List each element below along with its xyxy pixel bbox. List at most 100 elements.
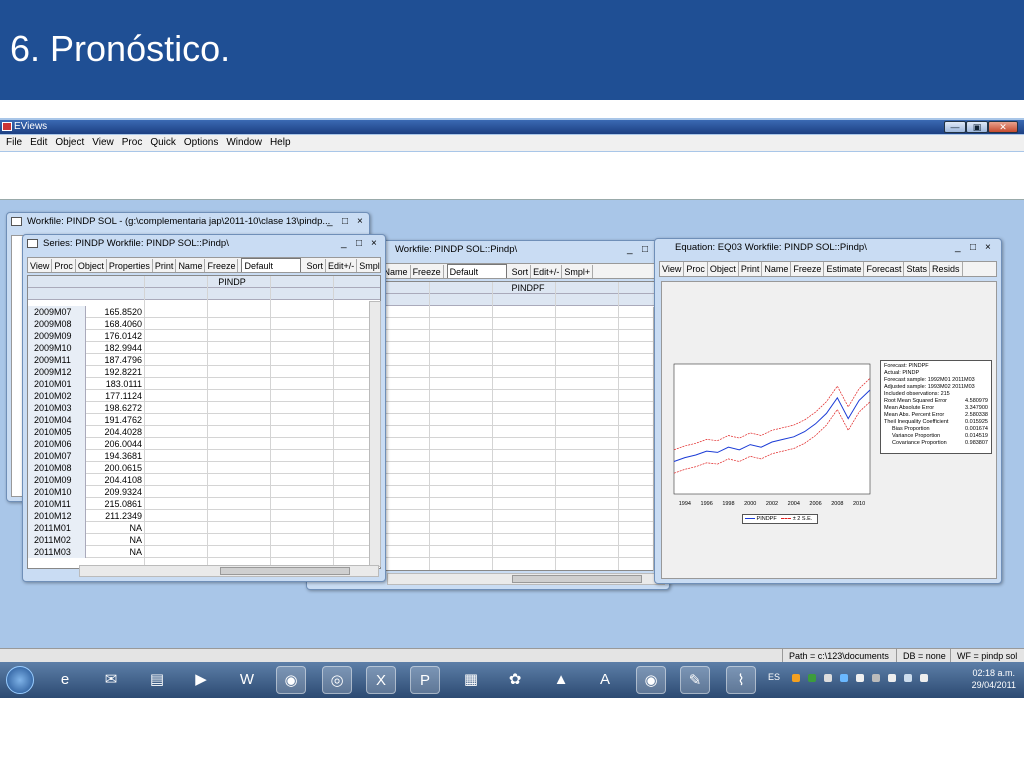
tray-network-icon[interactable] (808, 674, 816, 682)
row-value[interactable]: 191.4762 (88, 414, 142, 426)
equation_window-btn-name[interactable]: Name (762, 262, 792, 276)
row-value[interactable]: NA (88, 546, 142, 558)
series_window-btn-freeze[interactable]: Freeze (205, 259, 239, 272)
row-value[interactable]: 204.4028 (88, 426, 142, 438)
row-value[interactable]: NA (88, 522, 142, 534)
row-value[interactable]: 182.9944 (88, 342, 142, 354)
row-value[interactable]: 165.8520 (88, 306, 142, 318)
equation-maximize-button[interactable]: □ (970, 239, 976, 257)
row-value[interactable]: 176.0142 (88, 330, 142, 342)
equation_window-btn-proc[interactable]: Proc (684, 262, 708, 276)
outlook-icon[interactable]: ✉ (96, 666, 126, 694)
table-row[interactable]: 2010M12 211.2349 (28, 510, 380, 522)
word-icon[interactable]: W (232, 666, 262, 694)
app-close-button[interactable]: ✕ (988, 121, 1018, 133)
menu-options[interactable]: Options (184, 137, 218, 148)
series_window-btn-view[interactable]: View (28, 259, 53, 272)
table-row[interactable]: 2010M08 200.0615 (28, 462, 380, 474)
table-row[interactable]: 2011M02 NA (28, 534, 380, 546)
tray-app-icon[interactable] (792, 674, 800, 682)
equation_window-btn-forecast[interactable]: Forecast (864, 262, 905, 276)
acrobat-icon[interactable]: A (590, 666, 620, 694)
row-value[interactable]: 200.0615 (88, 462, 142, 474)
row-value[interactable]: 187.4796 (88, 354, 142, 366)
workfile-maximize-button[interactable]: □ (342, 213, 348, 231)
series_window-btn-sort[interactable]: Sort (304, 259, 326, 272)
table-row[interactable]: 2010M09 204.4108 (28, 474, 380, 486)
series-horizontal-scrollbar[interactable] (79, 565, 379, 577)
menu-proc[interactable]: Proc (122, 137, 143, 148)
series_window-btn-properties[interactable]: Properties (107, 259, 153, 272)
calculator-icon[interactable]: ▦ (456, 666, 486, 694)
forecast_series_window-btn-freeze[interactable]: Freeze (411, 265, 444, 278)
forecast-horizontal-scrollbar[interactable] (387, 573, 665, 585)
command-window[interactable] (0, 152, 1024, 200)
forecast-maximize-button[interactable]: □ (642, 241, 648, 259)
tray-battery-icon[interactable] (872, 674, 880, 682)
equation-close-button[interactable]: × (985, 239, 991, 257)
table-row[interactable]: 2010M10 209.9324 (28, 486, 380, 498)
clock[interactable]: 02:18 a.m. 29/04/2011 (972, 667, 1016, 691)
equation_window-btn-stats[interactable]: Stats (904, 262, 930, 276)
menu-file[interactable]: File (6, 137, 22, 148)
row-value[interactable]: 211.2349 (88, 510, 142, 522)
table-row[interactable]: 2010M11 215.0861 (28, 498, 380, 510)
equation-window[interactable]: Equation: EQ03 Workfile: PINDP SOL::Pind… (654, 238, 1002, 584)
series-window[interactable]: Series: PINDP Workfile: PINDP SOL::Pindp… (22, 234, 386, 582)
workfile-minimize-button[interactable]: _ (327, 213, 333, 231)
explorer-folder-icon[interactable]: ▤ (142, 666, 172, 694)
table-row[interactable]: 2010M06 206.0044 (28, 438, 380, 450)
series-minimize-button[interactable]: _ (341, 235, 347, 253)
table-row[interactable]: 2009M07 165.8520 (28, 306, 380, 318)
equation-window-titlebar[interactable]: Equation: EQ03 Workfile: PINDP SOL::Pind… (655, 239, 1001, 257)
workfile-close-button[interactable]: × (357, 213, 363, 231)
series_window-btn-edit[interactable]: Edit+/- (326, 259, 358, 272)
app-restore-button[interactable]: ▣ (966, 121, 988, 133)
flower-app-icon[interactable]: ✿ (500, 666, 530, 694)
equation_window-btn-freeze[interactable]: Freeze (791, 262, 825, 276)
row-value[interactable]: 192.8221 (88, 366, 142, 378)
equation_window-btn-view[interactable]: View (660, 262, 685, 276)
table-row[interactable]: 2011M01 NA (28, 522, 380, 534)
row-value[interactable]: NA (88, 534, 142, 546)
forecast_series_window-display-combo[interactable]: Default (446, 264, 507, 278)
tray-volume-icon[interactable] (920, 674, 928, 682)
language-indicator[interactable]: ES (768, 672, 780, 682)
start-button[interactable] (6, 666, 34, 694)
table-row[interactable]: 2010M04 191.4762 (28, 414, 380, 426)
table-row[interactable]: 2010M07 194.3681 (28, 450, 380, 462)
forecast_series_window-btn-sort[interactable]: Sort (510, 265, 532, 278)
series-close-button[interactable]: × (371, 235, 377, 253)
table-row[interactable]: 2009M08 168.4060 (28, 318, 380, 330)
table-row[interactable]: 2009M10 182.9944 (28, 342, 380, 354)
row-value[interactable]: 183.0111 (88, 378, 142, 390)
paint-icon[interactable]: ✎ (680, 666, 710, 694)
row-value[interactable]: 215.0861 (88, 498, 142, 510)
tray-flag-icon[interactable] (888, 674, 896, 682)
forecast-minimize-button[interactable]: _ (627, 241, 633, 259)
forecast_series_window-btn-smpl[interactable]: Smpl+ (562, 265, 594, 278)
series_window-btn-print[interactable]: Print (153, 259, 177, 272)
excel-icon[interactable]: X (366, 666, 396, 694)
menu-view[interactable]: View (92, 137, 114, 148)
table-row[interactable]: 2010M05 204.4028 (28, 426, 380, 438)
row-value[interactable]: 194.3681 (88, 450, 142, 462)
menu-quick[interactable]: Quick (150, 137, 176, 148)
row-value[interactable]: 177.1124 (88, 390, 142, 402)
menu-edit[interactable]: Edit (30, 137, 47, 148)
firefox-icon[interactable]: ◉ (276, 666, 306, 694)
equation_window-btn-print[interactable]: Print (739, 262, 763, 276)
table-row[interactable]: 2010M01 183.0111 (28, 378, 380, 390)
table-row[interactable]: 2009M12 192.8221 (28, 366, 380, 378)
menu-object[interactable]: Object (55, 137, 84, 148)
row-value[interactable]: 206.0044 (88, 438, 142, 450)
series_window-btn-proc[interactable]: Proc (52, 259, 76, 272)
tray-update-icon[interactable] (840, 674, 848, 682)
series_window-display-combo[interactable]: Default (241, 258, 302, 272)
series-vertical-scrollbar[interactable] (369, 301, 381, 567)
matlab-icon[interactable]: ▲ (546, 666, 576, 694)
menu-help[interactable]: Help (270, 137, 291, 148)
row-value[interactable]: 168.4060 (88, 318, 142, 330)
menu-window[interactable]: Window (226, 137, 262, 148)
app-minimize-button[interactable]: — (944, 121, 966, 133)
